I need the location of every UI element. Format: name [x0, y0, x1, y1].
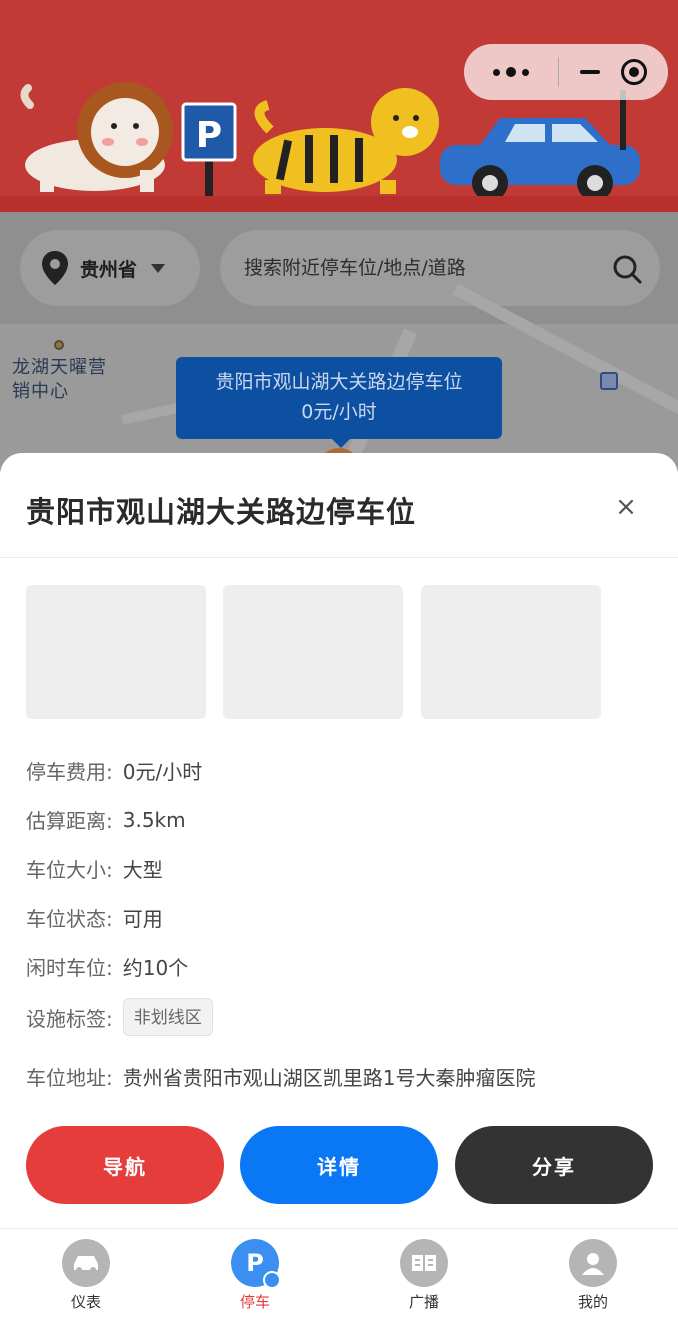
facility-tags-row: 设施标签: 非划线区 [26, 998, 213, 1036]
dot-icon [493, 68, 500, 76]
details-button[interactable]: 详情 [240, 1126, 438, 1204]
parking-photo[interactable] [223, 585, 403, 719]
page-overlay[interactable]: 贵州省 龙湖天曜营销中心 贵阳市观山湖大关路边停车位 0元/小时 [0, 212, 678, 472]
close-button[interactable]: × [608, 489, 644, 525]
minimize-icon[interactable] [579, 70, 600, 74]
distance-value: 3.5km [122, 807, 186, 832]
size-label: 车位大小: [26, 858, 113, 882]
user-icon [569, 1239, 617, 1287]
tab-label: 广播 [408, 1293, 439, 1311]
banner-illustration: P [20, 82, 640, 201]
poi-marker-icon [54, 340, 64, 350]
idle-spots-label: 闲时车位: [26, 956, 113, 980]
search-field[interactable] [220, 230, 660, 306]
search-bar: 贵州省 [0, 212, 678, 324]
size-value: 大型 [122, 858, 163, 882]
distance-row: 估算距离: 3.5km [26, 805, 186, 834]
search-icon[interactable] [612, 254, 642, 284]
caret-down-icon [151, 263, 166, 273]
province-selector[interactable]: 贵州省 [20, 230, 200, 306]
share-button[interactable]: 分享 [455, 1126, 653, 1204]
callout-price: 0元/小时 [301, 401, 377, 423]
banner-ground [0, 196, 678, 212]
parking-photo[interactable] [421, 585, 601, 719]
fee-label: 停车费用: [26, 760, 113, 784]
parking-sign-text: P [196, 115, 222, 156]
status-row: 车位状态: 可用 [26, 903, 163, 932]
parking-photo[interactable] [26, 585, 206, 719]
address-value: 贵州省贵阳市观山湖区凯里路1号大秦肿瘤医院 [122, 1066, 536, 1090]
size-row: 车位大小: 大型 [26, 854, 163, 883]
bottom-tab-bar: 仪表 P 停车 广播 我的 [0, 1228, 678, 1322]
dot-icon [506, 67, 516, 77]
fee-value: 0元/小时 [122, 760, 203, 784]
parking-icon: P [231, 1239, 281, 1289]
province-label: 贵州省 [80, 258, 138, 281]
poi-label: 龙湖天曜营销中心 [12, 357, 107, 402]
parking-detail-sheet: 贵阳市观山湖大关路边停车位 × 停车费用: 0元/小时 估算距离: 3.5km … [0, 453, 678, 1228]
tab-parking[interactable]: P 停车 [205, 1239, 305, 1319]
facility-tag: 非划线区 [122, 998, 213, 1036]
header-banner: P [0, 0, 678, 212]
tab-broadcast[interactable]: 广播 [374, 1239, 474, 1319]
miniprogram-capsule [464, 44, 668, 100]
location-pin-icon [42, 251, 68, 285]
tab-dashboard[interactable]: 仪表 [36, 1239, 136, 1319]
bus-stop-icon [600, 372, 618, 390]
tab-label-active: 停车 [239, 1293, 270, 1311]
navigate-button[interactable]: 导航 [26, 1126, 224, 1204]
dot-icon [522, 68, 529, 76]
status-value: 可用 [122, 907, 163, 931]
sheet-title: 贵阳市观山湖大关路边停车位 [26, 495, 417, 529]
divider [0, 557, 678, 558]
fee-row: 停车费用: 0元/小时 [26, 756, 202, 785]
address-row: 车位地址: 贵州省贵阳市观山湖区凯里路1号大秦肿瘤医院 [26, 1062, 535, 1091]
exit-miniprogram-icon[interactable] [621, 59, 648, 85]
status-label: 车位状态: [26, 907, 113, 931]
idle-spots-value: 约10个 [122, 956, 189, 980]
distance-label: 估算距离: [26, 809, 113, 833]
parking-callout[interactable]: 贵阳市观山湖大关路边停车位 0元/小时 [176, 357, 502, 448]
facility-tags-label: 设施标签: [26, 1006, 113, 1031]
tab-profile[interactable]: 我的 [543, 1239, 643, 1319]
tab-label: 我的 [577, 1293, 608, 1311]
search-input[interactable] [244, 257, 584, 279]
callout-title: 贵阳市观山湖大关路边停车位 [215, 371, 463, 393]
book-icon [400, 1239, 448, 1287]
more-menu-button[interactable] [464, 44, 558, 100]
tab-label: 仪表 [70, 1293, 101, 1311]
idle-spots-row: 闲时车位: 约10个 [26, 952, 188, 981]
address-label: 车位地址: [26, 1066, 113, 1090]
car-icon [62, 1239, 110, 1287]
